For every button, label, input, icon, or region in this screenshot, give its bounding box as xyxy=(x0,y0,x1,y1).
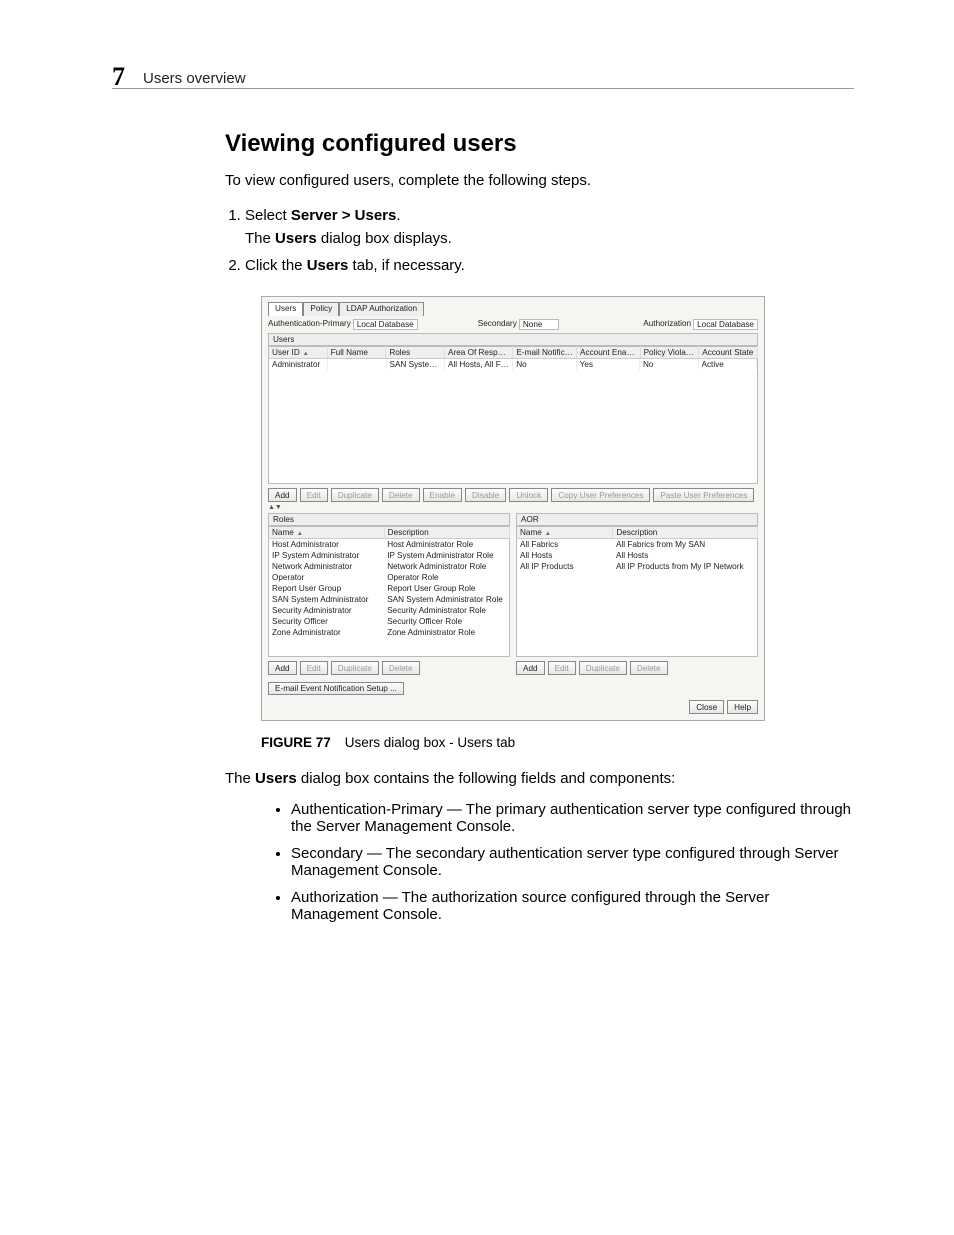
unlock-button[interactable]: Unlock xyxy=(509,488,548,502)
users-panel-label: Users xyxy=(268,333,758,346)
auth-primary-value: Local Database xyxy=(353,319,418,330)
auth-primary-label: Authentication-Primary xyxy=(268,319,351,330)
authorization-value: Local Database xyxy=(693,319,758,330)
edit-button[interactable]: Edit xyxy=(548,661,576,675)
add-button[interactable]: Add xyxy=(268,661,297,675)
users-grid-header: User ID Full Name Roles Area Of Respon..… xyxy=(268,346,758,359)
step-1: Select Server > Users. The Users dialog … xyxy=(245,207,854,247)
bullets-list: Authentication-Primary — The primary aut… xyxy=(291,801,854,923)
duplicate-button[interactable]: Duplicate xyxy=(331,661,379,675)
table-row[interactable]: OperatorOperator Role xyxy=(269,572,509,583)
delete-button[interactable]: Delete xyxy=(630,661,668,675)
table-row[interactable]: Host AdministratorHost Administrator Rol… xyxy=(269,539,509,550)
table-row[interactable]: All HostsAll Hosts xyxy=(517,550,757,561)
list-item: Authentication-Primary — The primary aut… xyxy=(291,801,854,835)
col-name[interactable]: Name xyxy=(517,527,613,539)
help-button[interactable]: Help xyxy=(727,700,758,714)
authorization-label: Authorization xyxy=(643,319,691,330)
table-row[interactable]: All IP ProductsAll IP Products from My I… xyxy=(517,561,757,572)
col-full-name[interactable]: Full Name xyxy=(327,347,386,359)
users-grid-body[interactable]: Administrator SAN System Ad... All Hosts… xyxy=(268,359,758,484)
aor-button-row: Add Edit Duplicate Delete xyxy=(516,661,758,675)
tab-policy[interactable]: Policy xyxy=(303,302,339,316)
aor-grid-header: Name Description xyxy=(516,526,758,539)
col-name[interactable]: Name xyxy=(269,527,385,539)
secondary-value: None xyxy=(519,319,559,330)
users-button-row: Add Edit Duplicate Delete Enable Disable… xyxy=(268,488,758,502)
table-row[interactable]: Zone AdministratorZone Administrator Rol… xyxy=(269,627,509,638)
col-email[interactable]: E-mail Notification xyxy=(513,347,577,359)
table-row[interactable]: All FabricsAll Fabrics from My SAN xyxy=(517,539,757,550)
aor-panel-label: AOR xyxy=(516,513,758,526)
duplicate-button[interactable]: Duplicate xyxy=(579,661,627,675)
col-description[interactable]: Description xyxy=(613,527,758,539)
aor-grid-body[interactable]: All FabricsAll Fabrics from My SANAll Ho… xyxy=(516,539,758,657)
table-row[interactable]: Security OfficerSecurity Officer Role xyxy=(269,616,509,627)
delete-button[interactable]: Delete xyxy=(382,661,420,675)
table-row[interactable]: IP System AdministratorIP System Adminis… xyxy=(269,550,509,561)
table-row[interactable]: SAN System AdministratorSAN System Admin… xyxy=(269,594,509,605)
users-dialog: Users Policy LDAP Authorization Authenti… xyxy=(261,296,765,721)
table-row[interactable]: Administrator SAN System Ad... All Hosts… xyxy=(269,359,757,370)
table-row[interactable]: Network AdministratorNetwork Administrat… xyxy=(269,561,509,572)
copy-prefs-button[interactable]: Copy User Preferences xyxy=(551,488,650,502)
steps-list: Select Server > Users. The Users dialog … xyxy=(245,207,854,274)
figure-caption: FIGURE 77Users dialog box - Users tab xyxy=(261,735,854,750)
col-description[interactable]: Description xyxy=(384,527,509,539)
disable-button[interactable]: Disable xyxy=(465,488,506,502)
roles-panel-label: Roles xyxy=(268,513,510,526)
edit-button[interactable]: Edit xyxy=(300,488,328,502)
col-roles[interactable]: Roles xyxy=(386,347,445,359)
dialog-footer: Close Help xyxy=(268,700,758,714)
page-section: Users overview xyxy=(143,70,246,87)
tab-users[interactable]: Users xyxy=(268,302,303,316)
col-user-id[interactable]: User ID xyxy=(269,347,328,359)
page-title: Viewing configured users xyxy=(225,130,854,158)
intro-text: To view configured users, complete the f… xyxy=(225,172,854,189)
email-setup-button[interactable]: E-mail Event Notification Setup ... xyxy=(268,682,404,695)
col-enabled[interactable]: Account Enabled xyxy=(577,347,641,359)
table-row[interactable]: Security AdministratorSecurity Administr… xyxy=(269,605,509,616)
roles-grid-header: Name Description xyxy=(268,526,510,539)
edit-button[interactable]: Edit xyxy=(300,661,328,675)
header-rule xyxy=(112,88,854,89)
auth-info-row: Authentication-Primary Local Database Se… xyxy=(268,319,758,330)
dialog-tabs: Users Policy LDAP Authorization xyxy=(268,302,758,316)
col-state[interactable]: Account State xyxy=(699,347,758,359)
list-item: Authorization — The authorization source… xyxy=(291,889,854,923)
tab-ldap-authorization[interactable]: LDAP Authorization xyxy=(339,302,424,316)
splitter-icon[interactable]: ▲▼ xyxy=(268,504,758,511)
table-row[interactable]: Report User GroupReport User Group Role xyxy=(269,583,509,594)
list-item: Secondary — The secondary authentication… xyxy=(291,845,854,879)
step-2: Click the Users tab, if necessary. xyxy=(245,257,854,274)
delete-button[interactable]: Delete xyxy=(382,488,420,502)
close-button[interactable]: Close xyxy=(689,700,724,714)
paste-prefs-button[interactable]: Paste User Preferences xyxy=(653,488,754,502)
col-aor[interactable]: Area Of Respon.. xyxy=(445,347,513,359)
after-text: The Users dialog box contains the follow… xyxy=(225,770,854,787)
add-button[interactable]: Add xyxy=(516,661,545,675)
add-button[interactable]: Add xyxy=(268,488,297,502)
roles-button-row: Add Edit Duplicate Delete xyxy=(268,661,510,675)
enable-button[interactable]: Enable xyxy=(423,488,463,502)
col-violations[interactable]: Policy Violations xyxy=(640,347,699,359)
roles-grid-body[interactable]: Host AdministratorHost Administrator Rol… xyxy=(268,539,510,657)
secondary-label: Secondary xyxy=(478,319,517,330)
duplicate-button[interactable]: Duplicate xyxy=(331,488,379,502)
